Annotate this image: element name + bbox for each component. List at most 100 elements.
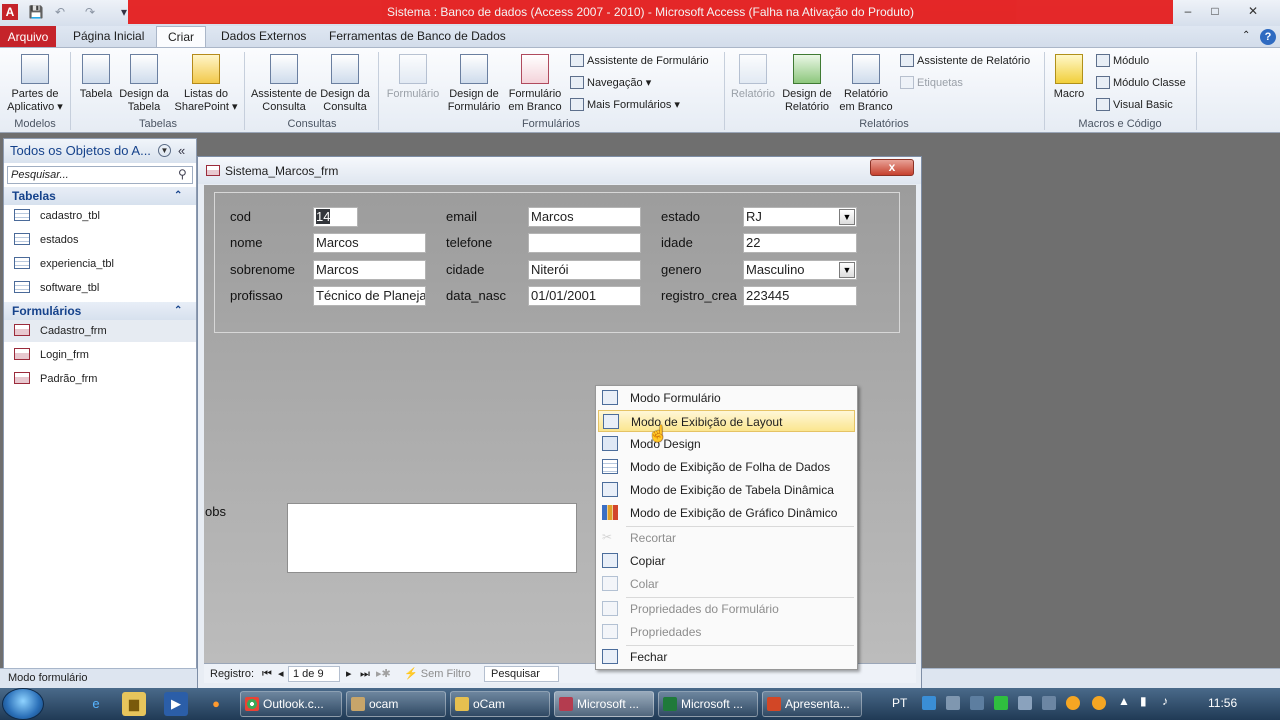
language-indicator[interactable]: PT [892, 696, 907, 710]
tray-icon[interactable] [1066, 696, 1080, 710]
nav-item-software-tbl[interactable]: software_tbl [14, 277, 99, 299]
tab-dados-externos[interactable]: Dados Externos [221, 26, 306, 48]
last-record-icon[interactable]: ⏭ [360, 664, 370, 684]
cidade-field[interactable]: Niterói [528, 260, 641, 280]
menu-item-modo-layout[interactable]: Modo de Exibição de Layout [598, 410, 855, 432]
menu-item-modo-design[interactable]: Modo Design [598, 433, 855, 455]
tray-icon[interactable] [1018, 696, 1032, 710]
minimize-button[interactable]: – [1175, 2, 1201, 20]
start-button[interactable] [2, 688, 44, 720]
menu-item-propriedades-formulario[interactable]: Propriedades do Formulário [598, 598, 855, 620]
idade-field[interactable]: 22 [743, 233, 857, 253]
firefox-icon[interactable]: ● [204, 692, 228, 716]
filter-indicator[interactable]: ⚡ Sem Filtro [404, 664, 471, 684]
taskbar-ocam-2[interactable]: oCam [450, 691, 550, 717]
assistente-formulario-button[interactable]: Assistente de Formulário [570, 53, 709, 69]
tray-icon[interactable] [1092, 696, 1106, 710]
shutter-close-icon[interactable]: « [178, 139, 185, 163]
nav-section-formularios[interactable]: Formulários ⌃ [4, 302, 196, 320]
taskbar-access[interactable]: Microsoft ... [554, 691, 654, 717]
tab-arquivo[interactable]: Arquivo [0, 26, 56, 48]
relatorio-button[interactable]: Relatório [728, 54, 778, 101]
search-icon[interactable]: ⚲ [178, 167, 187, 181]
nome-field[interactable]: Marcos [313, 233, 426, 253]
new-record-icon[interactable]: ▸✱ [376, 664, 391, 684]
menu-item-folha-dados[interactable]: Modo de Exibição de Folha de Dados [598, 456, 855, 478]
next-record-icon[interactable]: ▸ [346, 664, 352, 684]
media-player-icon[interactable]: ▶ [164, 692, 188, 716]
obs-textarea[interactable] [287, 503, 577, 573]
cod-field[interactable]: 14 [313, 207, 358, 227]
nav-menu-dropdown-icon[interactable]: ▼ [158, 144, 171, 157]
dropdown-arrow-icon[interactable]: ▼ [839, 262, 855, 278]
assistente-relatorio-button[interactable]: Assistente de Relatório [900, 53, 1030, 69]
navegacao-button[interactable]: Navegação ▾ [570, 75, 651, 91]
taskbar-excel[interactable]: Microsoft ... [658, 691, 758, 717]
ie-icon[interactable]: e [84, 692, 108, 716]
design-formulario-button[interactable]: Design de Formulário [444, 54, 504, 114]
mais-formularios-button[interactable]: Mais Formulários ▾ [570, 97, 680, 113]
show-hidden-icons[interactable]: ▲ [1118, 694, 1130, 708]
redo-icon[interactable]: ↷ [82, 4, 98, 20]
menu-item-recortar[interactable]: ✂ Recortar [598, 527, 855, 549]
collapse-icon[interactable]: ⌃ [174, 187, 182, 205]
tab-pagina-inicial[interactable]: Página Inicial [73, 26, 144, 48]
menu-item-tabela-dinamica[interactable]: Modo de Exibição de Tabela Dinâmica [598, 479, 855, 501]
nav-pane-header[interactable]: Todos os Objetos do A... ▼ « [4, 139, 196, 163]
assistente-consulta-button[interactable]: Assistente de Consulta [250, 54, 318, 114]
menu-item-propriedades[interactable]: Propriedades [598, 621, 855, 643]
relatorio-branco-button[interactable]: Relatório em Branco [836, 54, 896, 114]
etiquetas-button[interactable]: Etiquetas [900, 75, 963, 91]
modulo-button[interactable]: Módulo [1096, 53, 1149, 69]
first-record-icon[interactable]: ⏮ [262, 664, 272, 684]
menu-item-copiar[interactable]: Copiar [598, 550, 855, 572]
menu-item-fechar[interactable]: Fechar [598, 646, 855, 668]
tray-icon[interactable] [946, 696, 960, 710]
clock[interactable]: 11:56 [1208, 696, 1237, 710]
menu-item-modo-formulario[interactable]: Modo Formulário [598, 387, 855, 409]
menu-item-colar[interactable]: Colar [598, 573, 855, 595]
menu-item-grafico-dinamico[interactable]: Modo de Exibição de Gráfico Dinâmico [598, 502, 855, 524]
tab-ferramentas[interactable]: Ferramentas de Banco de Dados [329, 26, 506, 48]
nav-item-estados[interactable]: estados [14, 229, 79, 251]
volume-icon[interactable]: ♪ [1162, 694, 1168, 708]
nav-item-login-frm[interactable]: Login_frm [14, 344, 89, 366]
formulario-branco-button[interactable]: Formulário em Branco [504, 54, 566, 114]
tray-icon[interactable] [994, 696, 1008, 710]
access-app-icon[interactable]: A [2, 4, 18, 20]
collapse-icon[interactable]: ⌃ [174, 302, 182, 320]
listas-sharepoint-button[interactable]: Listas do SharePoint ▾ [172, 54, 240, 114]
tray-icon[interactable] [970, 696, 984, 710]
tray-icon[interactable] [922, 696, 936, 710]
record-position-field[interactable]: 1 de 9 [288, 666, 340, 682]
maximize-button[interactable]: □ [1202, 2, 1228, 20]
taskbar-powerpoint[interactable]: Apresenta... [762, 691, 862, 717]
design-consulta-button[interactable]: Design da Consulta [316, 54, 374, 114]
help-icon[interactable]: ? [1260, 29, 1276, 45]
nav-section-tabelas[interactable]: Tabelas ⌃ [4, 187, 196, 205]
taskbar-ocam-1[interactable]: ocam [346, 691, 446, 717]
design-relatorio-button[interactable]: Design de Relatório [778, 54, 836, 114]
form-close-button[interactable]: x [870, 159, 914, 176]
profissao-field[interactable]: Técnico de Planeja [313, 286, 426, 306]
registro-crea-field[interactable]: 223445 [743, 286, 857, 306]
formulario-button[interactable]: Formulário [382, 54, 444, 101]
nav-item-experiencia-tbl[interactable]: experiencia_tbl [14, 253, 114, 275]
telefone-field[interactable] [528, 233, 641, 253]
taskbar-outlook[interactable]: Outlook.c... [240, 691, 342, 717]
tab-criar[interactable]: Criar [156, 26, 206, 48]
explorer-icon[interactable]: ▆ [122, 692, 146, 716]
macro-button[interactable]: Macro [1048, 54, 1090, 101]
nav-item-padrao-frm[interactable]: Padrão_frm [14, 368, 97, 390]
tray-icon[interactable] [1042, 696, 1056, 710]
nav-item-cadastro-tbl[interactable]: cadastro_tbl [14, 205, 100, 227]
genero-combobox[interactable]: Masculino ▼ [743, 260, 857, 280]
data-nasc-field[interactable]: 01/01/2001 [528, 286, 641, 306]
undo-icon[interactable]: ↶ [52, 4, 68, 20]
close-window-button[interactable]: ✕ [1240, 2, 1266, 20]
visual-basic-button[interactable]: Visual Basic [1096, 97, 1173, 113]
nav-item-cadastro-frm[interactable]: Cadastro_frm [4, 320, 196, 342]
partes-aplicativo-button[interactable]: Partes de Aplicativo ▾ [4, 54, 66, 114]
dropdown-arrow-icon[interactable]: ▼ [839, 209, 855, 225]
tabela-button[interactable]: Tabela [76, 54, 116, 101]
